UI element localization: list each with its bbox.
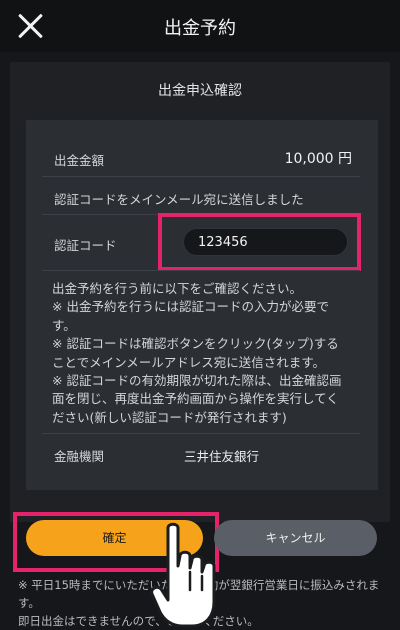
bank-label: 金融機関 <box>54 449 105 464</box>
auth-code-input[interactable] <box>183 228 348 256</box>
cancel-button[interactable]: キャンセル <box>214 520 377 556</box>
amount-value: 10,000 円 <box>284 151 352 167</box>
pointer-hand-icon <box>150 522 216 628</box>
panel-title: 出金申込確認 <box>158 83 242 99</box>
note-line: ※ 出金予約を行うには認証コードの入力が必要です。 <box>52 299 329 333</box>
header-bar: 出金予約 <box>0 0 400 52</box>
notes-block: 出金予約を行う前に以下をご確認ください。 ※ 出金予約を行うには認証コードの入力… <box>52 280 348 427</box>
divider <box>42 176 360 177</box>
bank-value: 三井住友銀行 <box>184 449 260 464</box>
note-line: ※ 認証コードの有効期限が切れた際は、出金確認画面を閉じ、再度出金予約画面から操… <box>52 373 342 425</box>
code-sent-message: 認証コードをメインメール宛に送信しました <box>54 192 304 207</box>
note-line: 出金予約を行う前に以下をご確認ください。 <box>52 281 303 296</box>
page-title: 出金予約 <box>164 18 236 39</box>
code-label: 認証コード <box>54 238 117 253</box>
divider <box>42 433 360 434</box>
note-line: ※ 認証コードは確認ボタンをクリック(タップ)することでメインメールアドレス宛に… <box>52 336 339 370</box>
divider <box>42 270 360 271</box>
amount-label: 出金金額 <box>54 153 105 168</box>
